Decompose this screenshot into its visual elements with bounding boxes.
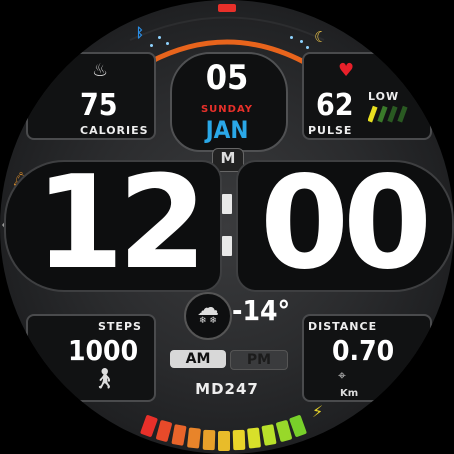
watch-face: ᛒ ☾ 05 SUNDAY JAN M ♨ 75 CALORIES ♥ 62 L… bbox=[0, 0, 454, 454]
battery-segment bbox=[232, 429, 246, 451]
lightning-icon: ⚡︎ bbox=[312, 402, 324, 421]
battery-segment bbox=[246, 427, 262, 449]
battery-segment bbox=[202, 429, 216, 451]
battery-segment bbox=[155, 419, 173, 443]
battery-segment bbox=[139, 414, 159, 438]
battery-segment bbox=[261, 424, 277, 446]
battery-segment bbox=[186, 427, 202, 449]
battery-segment bbox=[288, 414, 308, 438]
battery-segment bbox=[171, 424, 187, 446]
battery-segment bbox=[218, 431, 230, 451]
battery-arc bbox=[0, 0, 454, 454]
